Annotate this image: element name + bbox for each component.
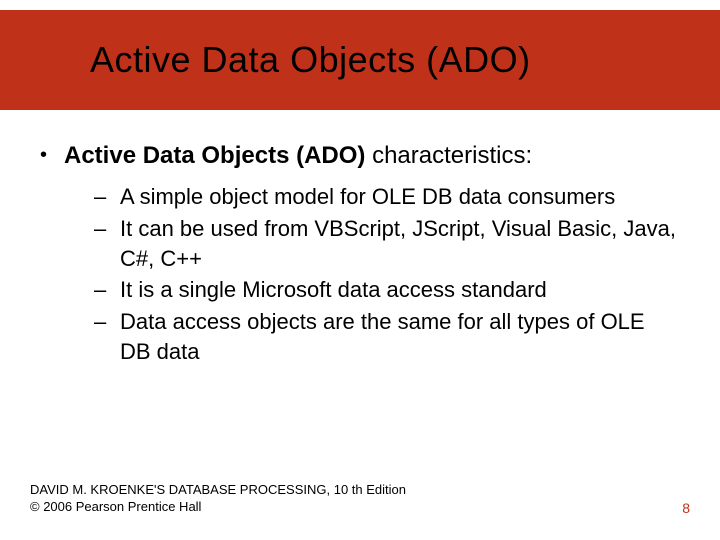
dash-icon: – — [94, 182, 120, 212]
list-item: – A simple object model for OLE DB data … — [94, 182, 680, 212]
footer-attribution: DAVID M. KROENKE'S DATABASE PROCESSING, … — [30, 481, 406, 516]
sub-bullet-list: – A simple object model for OLE DB data … — [94, 182, 680, 366]
title-bar: Active Data Objects (ADO) — [0, 10, 720, 110]
list-item-text: Data access objects are the same for all… — [120, 307, 680, 366]
list-item: – It is a single Microsoft data access s… — [94, 275, 680, 305]
list-item-text: It is a single Microsoft data access sta… — [120, 275, 547, 305]
page-number: 8 — [682, 500, 690, 516]
list-item-text: A simple object model for OLE DB data co… — [120, 182, 615, 212]
dash-icon: – — [94, 307, 120, 337]
list-item: – It can be used from VBScript, JScript,… — [94, 214, 680, 273]
bullet-dot-icon: • — [40, 140, 64, 169]
lead-bold: Active Data Objects (ADO) — [64, 142, 365, 169]
bullet-level-1: • Active Data Objects (ADO) characterist… — [40, 140, 680, 172]
list-item: – Data access objects are the same for a… — [94, 307, 680, 366]
footer-line-2: © 2006 Pearson Prentice Hall — [30, 498, 406, 516]
footer-line-1: DAVID M. KROENKE'S DATABASE PROCESSING, … — [30, 481, 406, 499]
slide-body: • Active Data Objects (ADO) characterist… — [40, 140, 680, 369]
slide-title: Active Data Objects (ADO) — [90, 39, 531, 81]
dash-icon: – — [94, 214, 120, 244]
slide-footer: DAVID M. KROENKE'S DATABASE PROCESSING, … — [30, 481, 690, 516]
lead-rest: characteristics: — [365, 142, 532, 169]
list-item-text: It can be used from VBScript, JScript, V… — [120, 214, 680, 273]
bullet-text: Active Data Objects (ADO) characteristic… — [64, 140, 532, 172]
dash-icon: – — [94, 275, 120, 305]
slide: Active Data Objects (ADO) • Active Data … — [0, 0, 720, 540]
